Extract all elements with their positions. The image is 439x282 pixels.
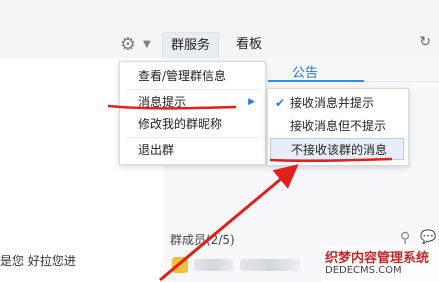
notify-submenu: ✔ 接收消息并提示 接收消息但不提示 不接收该群的消息: [267, 88, 409, 166]
checkmark-icon: ✔: [275, 96, 286, 110]
chat-message-snippet: 是您 好拉您进: [0, 254, 76, 268]
menu-divider: [126, 137, 259, 138]
member-list-item[interactable]: [172, 256, 322, 274]
submenu-item-block-messages[interactable]: 不接收该群的消息: [270, 138, 404, 160]
menu-item-label: 消息提示: [138, 95, 187, 109]
chevron-down-icon[interactable]: ▼: [143, 39, 151, 50]
refresh-icon[interactable]: ↻: [419, 34, 431, 50]
members-count-label: 群成员(2/5): [170, 233, 235, 247]
search-icon[interactable]: ⚲: [400, 230, 410, 246]
group-services-button[interactable]: 群服务: [162, 32, 220, 59]
submenu-arrow-icon: ▶: [248, 97, 255, 107]
blurred-name: [240, 259, 300, 271]
menu-item-message-notify[interactable]: 消息提示 ▶: [120, 91, 265, 113]
blurred-name: [194, 259, 234, 271]
submenu-item-receive-no-notify[interactable]: 接收消息但不提示: [270, 115, 404, 137]
tab-notice[interactable]: 公告: [292, 62, 318, 81]
menu-item-quit-group[interactable]: 退出群: [120, 139, 265, 161]
group-settings-menu: 查看/管理群信息 消息提示 ▶ 修改我的群昵称 退出群: [119, 61, 266, 165]
chat-bubble-icon[interactable]: 💬: [420, 230, 436, 245]
menu-item-edit-nickname[interactable]: 修改我的群昵称: [120, 113, 265, 135]
menu-item-view-manage-info[interactable]: 查看/管理群信息: [120, 65, 265, 87]
gear-icon[interactable]: ⚙: [117, 33, 139, 55]
avatar: [172, 257, 188, 273]
menu-divider: [126, 89, 259, 90]
watermark-title: 织梦内容管理系统: [325, 251, 430, 266]
submenu-item-receive-and-notify[interactable]: ✔ 接收消息并提示: [270, 92, 404, 114]
top-toolbar: ⚙ ▼ 群服务 看板 ↻: [0, 0, 439, 59]
board-button[interactable]: 看板: [228, 32, 270, 58]
watermark-url: DEDECMS.COM: [325, 265, 402, 276]
watermark: 织梦内容管理系统 DEDECMS.COM: [321, 245, 439, 282]
submenu-item-label: 接收消息并提示: [290, 96, 375, 110]
active-tab-underline: [268, 80, 364, 82]
